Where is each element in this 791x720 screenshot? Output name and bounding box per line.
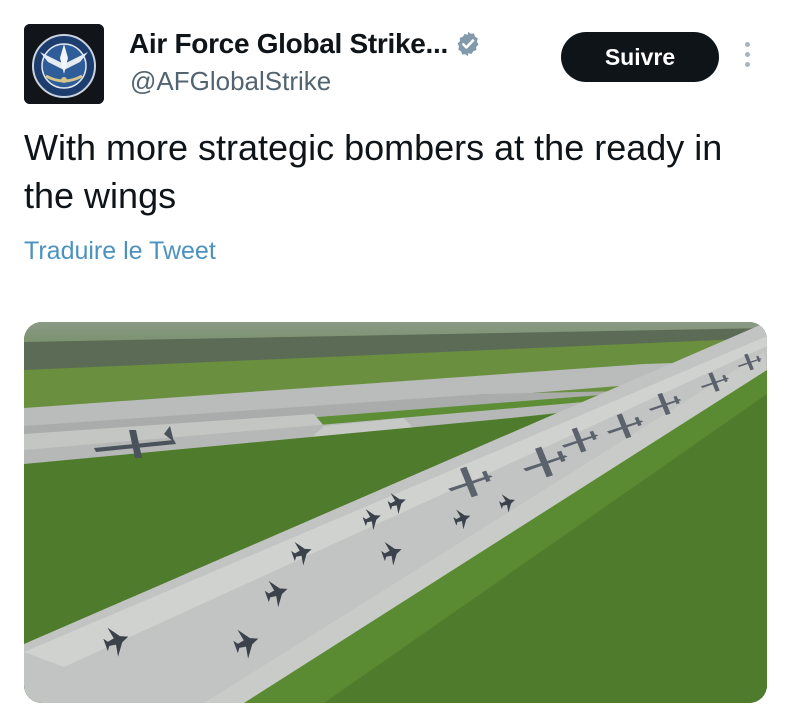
tweet-text: With more strategic bombers at the ready… — [24, 127, 723, 216]
translate-tweet-link[interactable]: Traduire le Tweet — [24, 237, 216, 266]
follow-button[interactable]: Suivre — [561, 32, 719, 82]
afgsc-emblem-icon — [24, 24, 104, 104]
author-avatar[interactable] — [24, 24, 104, 104]
author-display-name[interactable]: Air Force Global Strike... — [129, 28, 448, 60]
tweet-media-photo[interactable] — [24, 322, 767, 703]
vertical-ellipsis-icon[interactable] — [740, 38, 754, 78]
verified-badge-icon — [457, 31, 479, 57]
runway-photo — [24, 322, 767, 703]
author-name-row: Air Force Global Strike... — [129, 28, 482, 60]
author-handle[interactable]: @AFGlobalStrike — [130, 66, 331, 97]
